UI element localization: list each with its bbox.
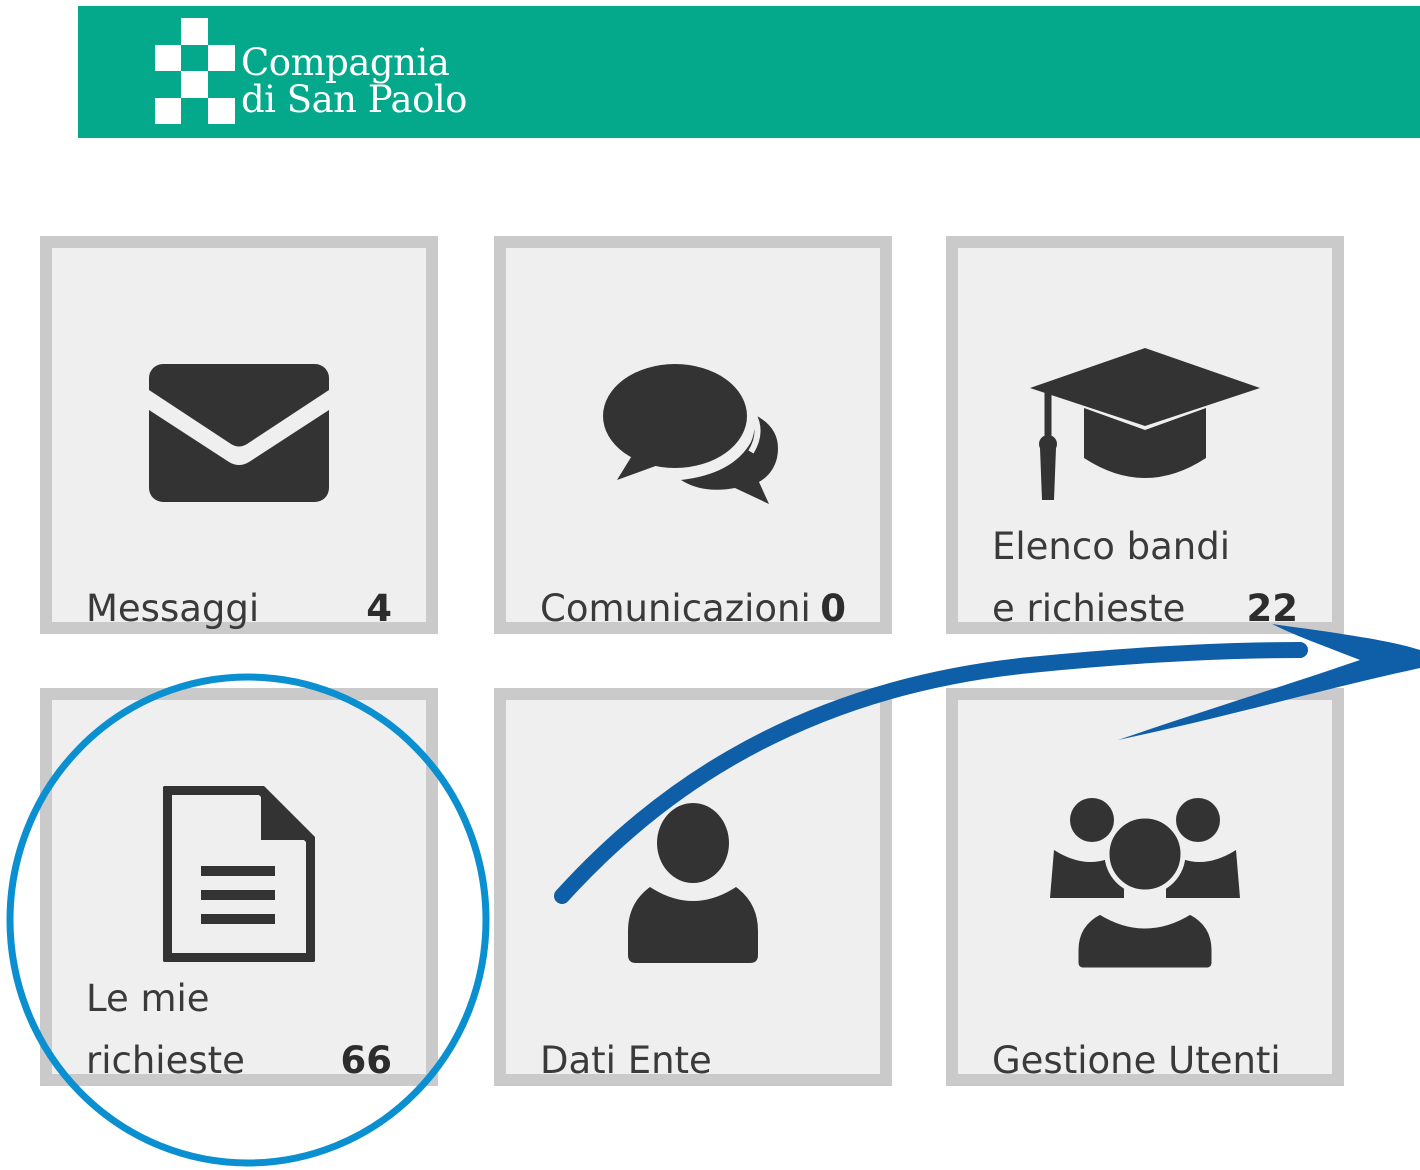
logo-text: Compagnia di San Paolo (241, 44, 467, 118)
tile-comunicazioni[interactable]: Comunicazioni 0 (494, 236, 892, 634)
elenco-bandi-count: 22 (1246, 587, 1299, 630)
graduation-cap-icon (958, 343, 1332, 513)
tile-le-mie-richieste[interactable]: Le mie richieste 66 (40, 688, 438, 1086)
tile-label-line: richieste (86, 1039, 245, 1082)
tile-label-line: Le mie (86, 977, 210, 1020)
logo-line-2: di San Paolo (241, 78, 467, 121)
comunicazioni-count: 0 (820, 587, 846, 630)
envelope-icon (52, 358, 426, 508)
tile-label-gestione-utenti: Gestione Utenti (992, 1030, 1281, 1092)
tile-label-line: Gestione Utenti (992, 1039, 1281, 1082)
comments-icon (506, 358, 880, 508)
tile-label-line: Messaggi (86, 587, 260, 630)
tile-gestione-utenti[interactable]: Gestione Utenti (946, 688, 1344, 1086)
tile-elenco-bandi[interactable]: Elenco bandi e richieste 22 (946, 236, 1344, 634)
logo-line-1: Compagnia (241, 41, 450, 84)
users-group-icon (958, 792, 1332, 972)
le-mie-richieste-count: 66 (340, 1039, 393, 1082)
logo-checker-icon (155, 18, 235, 124)
tile-label-elenco-bandi: Elenco bandi e richieste (992, 516, 1230, 640)
tile-label-line: Dati Ente (540, 1039, 712, 1082)
document-icon (52, 786, 426, 962)
user-icon (506, 798, 880, 968)
tile-dati-ente[interactable]: Dati Ente (494, 688, 892, 1086)
tile-label-line: Comunicazioni (540, 587, 811, 630)
tile-label-le-mie-richieste: Le mie richieste (86, 968, 245, 1092)
tile-label-comunicazioni: Comunicazioni (540, 578, 811, 640)
tile-label-line: Elenco bandi (992, 525, 1230, 568)
compagnia-san-paolo-logo[interactable]: Compagnia di San Paolo (155, 18, 475, 128)
messaggi-count: 4 (366, 587, 392, 630)
tile-label-line: e richieste (992, 587, 1186, 630)
tile-label-dati-ente: Dati Ente (540, 1030, 712, 1092)
tile-messaggi[interactable]: Messaggi 4 (40, 236, 438, 634)
tile-label-messaggi: Messaggi (86, 578, 259, 640)
